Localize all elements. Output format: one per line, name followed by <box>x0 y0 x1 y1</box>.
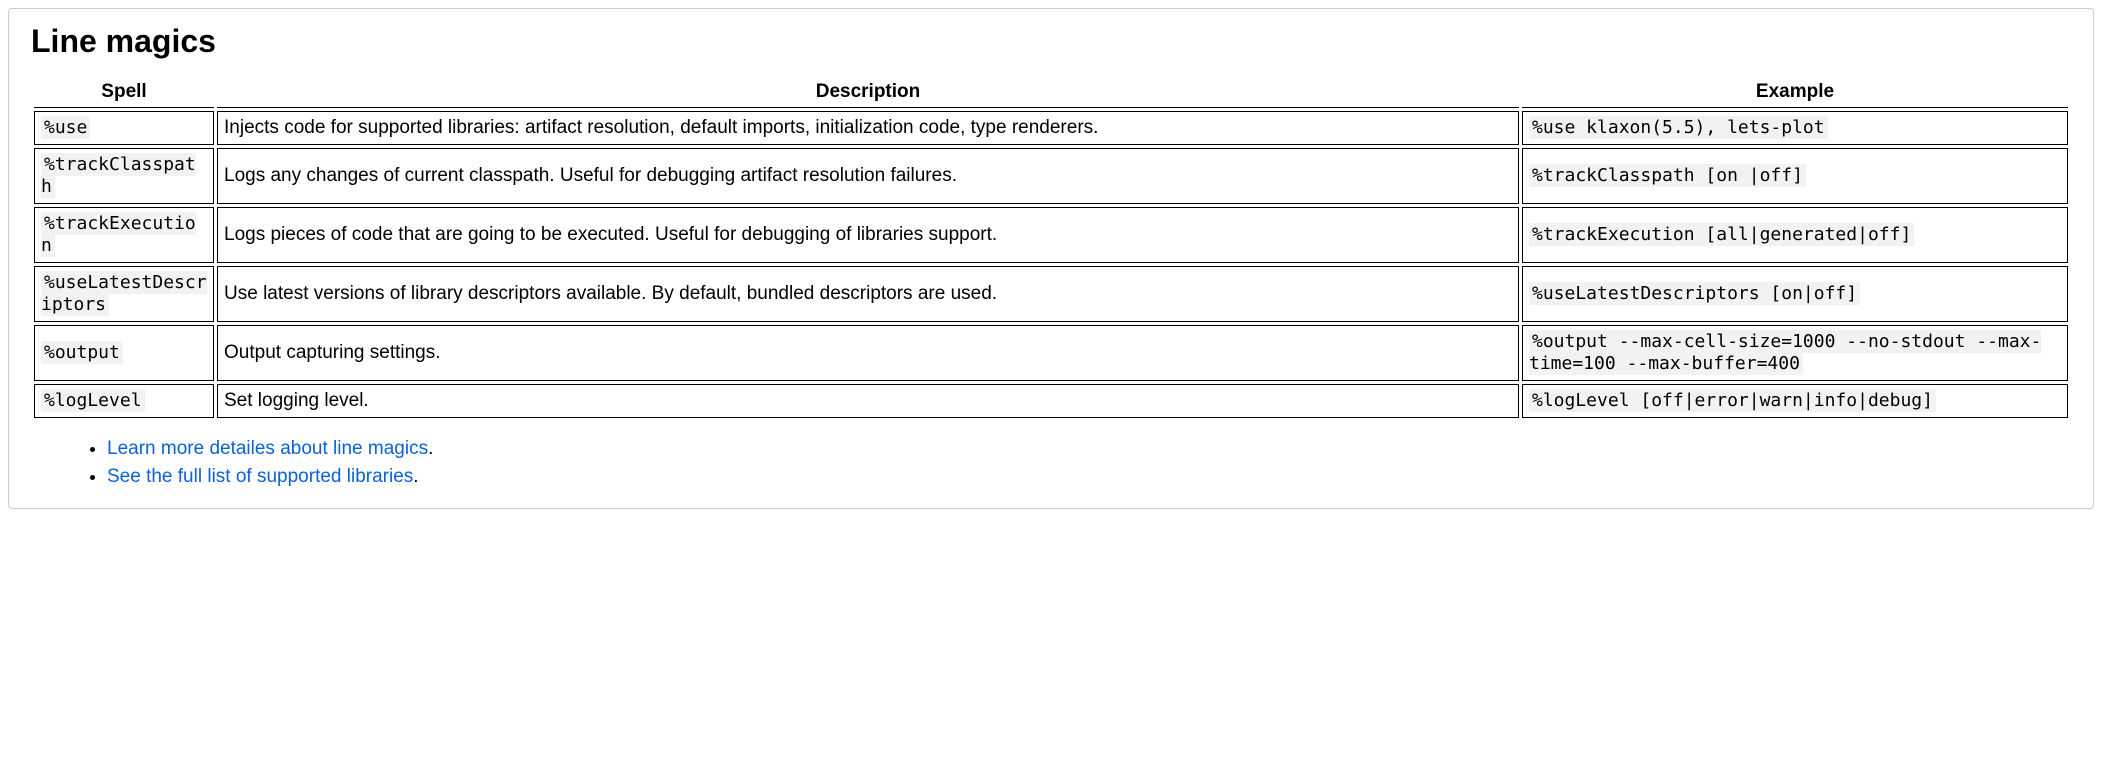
list-item: See the full list of supported libraries… <box>107 463 2071 491</box>
spell-code: %useLatestDescriptors <box>41 271 207 316</box>
link-suffix: . <box>413 466 418 487</box>
cell-example: %output --max-cell-size=1000 --no-stdout… <box>1522 325 2068 381</box>
cell-description: Use latest versions of library descripto… <box>217 266 1519 322</box>
cell-description: Set logging level. <box>217 384 1519 418</box>
table-row: %logLevel Set logging level. %logLevel [… <box>34 384 2068 418</box>
column-header-spell: Spell <box>34 77 214 108</box>
content-card: Line magics Spell Description Example %u… <box>8 8 2094 509</box>
cell-example: %trackExecution [all|generated|off] <box>1522 207 2068 263</box>
page-title: Line magics <box>31 23 2071 60</box>
cell-example: %use klaxon(5.5), lets-plot <box>1522 111 2068 145</box>
cell-example: %trackClasspath [on |off] <box>1522 148 2068 204</box>
example-code: %trackClasspath [on |off] <box>1529 164 1806 187</box>
spell-code: %trackExecution <box>41 212 196 257</box>
cell-description: Output capturing settings. <box>217 325 1519 381</box>
example-code: %logLevel [off|error|warn|info|debug] <box>1529 389 1936 412</box>
example-code: %trackExecution [all|generated|off] <box>1529 223 1914 246</box>
cell-description: Logs any changes of current classpath. U… <box>217 148 1519 204</box>
spell-code: %output <box>41 341 123 364</box>
link-supported-libraries[interactable]: See the full list of supported libraries <box>107 466 413 487</box>
cell-spell: %trackClasspath <box>34 148 214 204</box>
cell-spell: %logLevel <box>34 384 214 418</box>
cell-description: Injects code for supported libraries: ar… <box>217 111 1519 145</box>
table-header-row: Spell Description Example <box>34 77 2068 108</box>
example-code: %use klaxon(5.5), lets-plot <box>1529 116 1828 139</box>
cell-example: %logLevel [off|error|warn|info|debug] <box>1522 384 2068 418</box>
example-code: %useLatestDescriptors [on|off] <box>1529 282 1860 305</box>
spell-code: %trackClasspath <box>41 153 196 198</box>
column-header-description: Description <box>217 77 1519 108</box>
cell-spell: %output <box>34 325 214 381</box>
links-list: Learn more detailes about line magics. S… <box>107 435 2071 490</box>
cell-spell: %trackExecution <box>34 207 214 263</box>
table-row: %trackClasspath Logs any changes of curr… <box>34 148 2068 204</box>
list-item: Learn more detailes about line magics. <box>107 435 2071 463</box>
column-header-example: Example <box>1522 77 2068 108</box>
table-row: %output Output capturing settings. %outp… <box>34 325 2068 381</box>
cell-description: Logs pieces of code that are going to be… <box>217 207 1519 263</box>
cell-spell: %use <box>34 111 214 145</box>
example-code: %output --max-cell-size=1000 --no-stdout… <box>1529 330 2041 375</box>
table-row: %trackExecution Logs pieces of code that… <box>34 207 2068 263</box>
table-row: %useLatestDescriptors Use latest version… <box>34 266 2068 322</box>
table-row: %use Injects code for supported librarie… <box>34 111 2068 145</box>
cell-spell: %useLatestDescriptors <box>34 266 214 322</box>
spell-code: %use <box>41 116 90 139</box>
spell-code: %logLevel <box>41 389 145 412</box>
line-magics-table: Spell Description Example %use Injects c… <box>31 74 2071 421</box>
link-learn-more-line-magics[interactable]: Learn more detailes about line magics <box>107 438 428 459</box>
link-suffix: . <box>428 438 433 459</box>
cell-example: %useLatestDescriptors [on|off] <box>1522 266 2068 322</box>
